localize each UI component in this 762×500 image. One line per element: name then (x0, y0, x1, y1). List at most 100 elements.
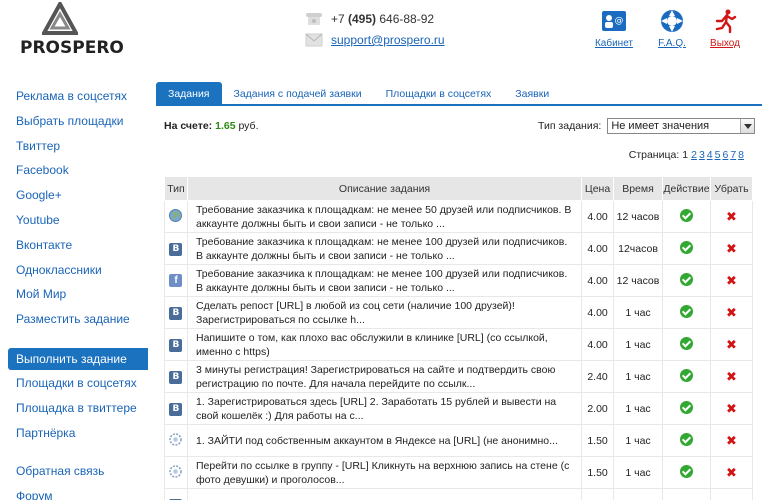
faq-link[interactable]: F.A.Q. (647, 8, 697, 49)
row-action[interactable] (662, 424, 711, 457)
logo[interactable]: PROSPERO (20, 2, 124, 58)
row-desc[interactable]: Перейти по ссылке в группу - [URL] Кликн… (186, 456, 583, 489)
accept-check-icon[interactable] (679, 304, 693, 318)
table-row: Перейти по ссылке в группу - [URL] Кликн… (164, 456, 754, 489)
sidebar-item-vkontakte[interactable]: Вконтакте (0, 233, 148, 258)
row-remove[interactable]: ✖ (709, 296, 754, 329)
row-price (581, 488, 615, 500)
row-remove[interactable]: ✖ (709, 200, 754, 233)
row-remove[interactable]: ✖ (709, 328, 754, 361)
balance-amount: 1.65 (215, 120, 236, 132)
row-desc[interactable]: Сделать репост [URL] в любой из соц сети… (186, 296, 583, 329)
sidebar-item-youtube[interactable]: Youtube (0, 208, 148, 233)
row-desc[interactable]: 1. Зарегистрироваться здесь [URL] 2. Зар… (186, 392, 583, 425)
sidebar-item-forum[interactable]: Форум (0, 484, 148, 500)
row-action[interactable] (662, 232, 711, 265)
sidebar-item-facebook[interactable]: Facebook (0, 158, 148, 183)
accept-check-icon[interactable] (679, 240, 693, 254)
row-remove[interactable]: ✖ (709, 264, 754, 297)
contact-phone: +7 (495) 646-88-92 (305, 11, 434, 27)
exit-link[interactable]: Выход (700, 8, 750, 49)
remove-x-icon[interactable]: ✖ (726, 370, 737, 383)
row-type: f (164, 264, 188, 297)
sidebar-item-moy-mir[interactable]: Мой Мир (0, 282, 148, 307)
col-desc: Описание задания (186, 176, 583, 201)
page-link-6[interactable]: 6 (722, 149, 728, 161)
col-type: Тип (164, 176, 188, 201)
sidebar-item-twitter-site[interactable]: Площадка в твиттере (0, 396, 148, 421)
remove-x-icon[interactable]: ✖ (726, 306, 737, 319)
sidebar-item-twitter[interactable]: Твиттер (0, 134, 148, 159)
page-link-2[interactable]: 2 (691, 149, 697, 161)
row-price: 4.00 (581, 328, 615, 361)
task-type-label: Тип задания: (538, 120, 602, 132)
row-action[interactable] (662, 264, 711, 297)
sidebar-item-post-task[interactable]: Разместить задание (0, 307, 148, 332)
page-link-3[interactable]: 3 (699, 149, 705, 161)
tab-tasks-with-application[interactable]: Задания с подачей заявки (222, 82, 374, 104)
row-price: 4.00 (581, 200, 615, 233)
row-desc[interactable]: Напишите о том, как плохо вас обслужили … (186, 328, 583, 361)
remove-x-icon[interactable]: ✖ (726, 338, 737, 351)
remove-x-icon[interactable]: ✖ (726, 274, 737, 287)
page-link-4[interactable]: 4 (707, 149, 713, 161)
sidebar-item-affiliate[interactable]: Партнёрка (0, 421, 148, 446)
row-action[interactable] (662, 360, 711, 393)
row-action[interactable] (662, 200, 711, 233)
accept-check-icon[interactable] (679, 208, 693, 222)
row-type: B (164, 328, 188, 361)
remove-x-icon[interactable]: ✖ (726, 242, 737, 255)
row-action[interactable] (662, 328, 711, 361)
support-email-link[interactable]: support@prospero.ru (331, 33, 445, 47)
row-desc[interactable]: 3 минуты регистрация! Зарегистрироваться… (186, 360, 583, 393)
remove-x-icon[interactable]: ✖ (726, 402, 737, 415)
row-remove[interactable]: ✖ (709, 392, 754, 425)
row-time: 12 часов (613, 200, 663, 233)
page-link-7[interactable]: 7 (730, 149, 736, 161)
row-desc[interactable]: Требование заказчика к площадкам: не мен… (186, 264, 583, 297)
accept-check-icon[interactable] (679, 432, 693, 446)
sidebar-item-do-task[interactable]: Выполнить задание (8, 347, 148, 370)
page-link-8[interactable]: 8 (738, 149, 744, 161)
accept-check-icon[interactable] (679, 368, 693, 382)
tab-tasks[interactable]: Задания (156, 82, 222, 104)
row-remove[interactable]: ✖ (709, 424, 754, 457)
row-time: 1 час (613, 360, 663, 393)
table-row: B Требование заказчика к площадкам: не ме… (164, 232, 754, 265)
row-action[interactable] (662, 456, 711, 489)
sidebar-item-choose-sites[interactable]: Выбрать площадки (0, 109, 148, 134)
accept-check-icon[interactable] (679, 336, 693, 350)
sidebar-item-social-ads[interactable]: Реклама в соцсетях (0, 84, 148, 109)
sidebar-item-odnoklassniki[interactable]: Одноклассники (0, 258, 148, 283)
accept-check-icon[interactable] (679, 464, 693, 478)
cabinet-link[interactable]: @ Кабинет (589, 8, 639, 49)
gear-icon (169, 464, 183, 478)
remove-x-icon[interactable]: ✖ (726, 434, 737, 447)
accept-check-icon[interactable] (679, 400, 693, 414)
row-action[interactable] (662, 392, 711, 425)
row-action (662, 488, 711, 500)
row-desc[interactable]: Требование заказчика к площадкам: не мен… (186, 200, 583, 233)
row-type: B (164, 296, 188, 329)
sidebar-item-google-plus[interactable]: Google+ (0, 183, 148, 208)
tab-social-sites[interactable]: Площадки в соцсетях (374, 82, 504, 104)
row-desc[interactable] (186, 488, 583, 500)
row-remove[interactable]: ✖ (709, 456, 754, 489)
page-link-5[interactable]: 5 (715, 149, 721, 161)
sidebar-item-social-sites[interactable]: Площадки в соцсетях (0, 371, 148, 396)
remove-x-icon[interactable]: ✖ (726, 466, 737, 479)
table-row: 1. ЗАЙТИ под собственным аккаунтом в Янд… (164, 424, 754, 457)
tab-applications[interactable]: Заявки (503, 82, 561, 104)
row-remove[interactable]: ✖ (709, 232, 754, 265)
table-row: B 1. Зарегистрироваться здесь [URL] 2. За… (164, 392, 754, 425)
sidebar-item-feedback[interactable]: Обратная связь (0, 459, 148, 484)
row-action[interactable] (662, 296, 711, 329)
remove-x-icon[interactable]: ✖ (726, 210, 737, 223)
row-desc[interactable]: Требование заказчика к площадкам: не мен… (186, 232, 583, 265)
accept-check-icon[interactable] (679, 272, 693, 286)
task-type-select[interactable]: Не имеет значения (607, 118, 756, 134)
tab-bar: Задания Задания с подачей заявки Площадк… (156, 82, 762, 106)
mail-icon (305, 33, 323, 47)
row-desc[interactable]: 1. ЗАЙТИ под собственным аккаунтом в Янд… (186, 424, 583, 457)
row-remove[interactable]: ✖ (709, 360, 754, 393)
